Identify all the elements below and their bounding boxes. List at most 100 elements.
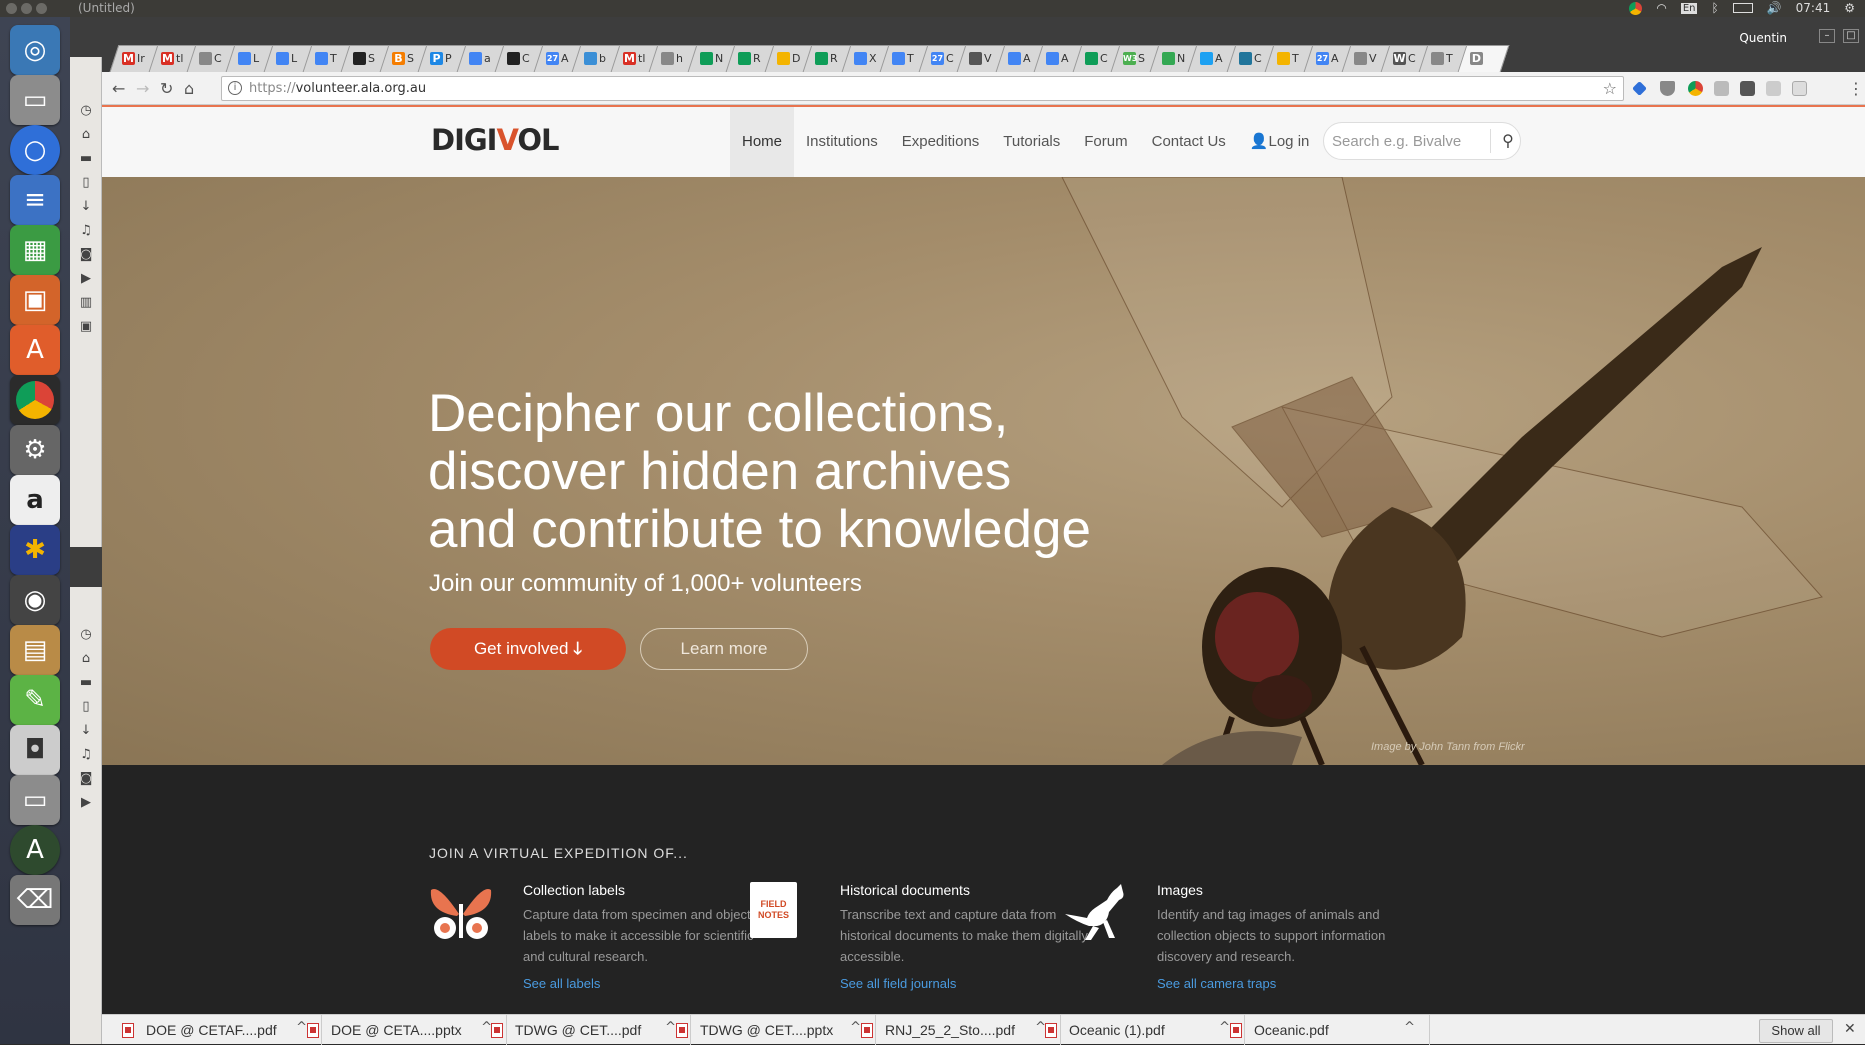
chrome-icon[interactable] — [10, 375, 60, 425]
menu-item-contact-us[interactable]: Contact Us — [1140, 107, 1238, 177]
download-filename: RNJ_25_2_Sto....pdf — [885, 1022, 1015, 1038]
address-bar[interactable]: i https://volunteer.ala.org.au ☆ — [221, 76, 1624, 101]
search-input[interactable] — [1332, 131, 1482, 151]
extension-icon-4[interactable] — [1740, 81, 1755, 96]
learn-more-button[interactable]: Learn more — [640, 628, 808, 670]
updater-icon[interactable]: A — [10, 825, 60, 875]
main-menu: Home Institutions Expeditions Tutorials … — [730, 107, 1321, 177]
show-all-downloads-button[interactable]: Show all — [1759, 1019, 1833, 1043]
back-icon[interactable]: ← — [112, 79, 125, 98]
tab-title: T — [329, 52, 337, 65]
close-icon[interactable]: ✕ — [1844, 1021, 1856, 1037]
get-involved-label: Get involved — [473, 639, 569, 658]
document-icon[interactable]: ▯ — [78, 175, 94, 191]
keyboard-indicator[interactable]: En — [1680, 2, 1698, 14]
extension-icon-1[interactable] — [1632, 81, 1647, 96]
see-all-camera-traps-link[interactable]: See all camera traps — [1157, 976, 1276, 991]
wifi-icon[interactable]: ◠ — [1656, 1, 1666, 15]
software-center-icon[interactable]: A — [10, 325, 60, 375]
camera-icon[interactable]: ◘ — [10, 725, 60, 775]
search-icon[interactable]: ⚲ — [1498, 129, 1518, 153]
digivol-logo[interactable]: DIGIVOL — [431, 123, 560, 157]
files-icon[interactable]: ▭ — [10, 75, 60, 125]
site-info-icon[interactable]: i — [228, 81, 242, 95]
chevron-up-icon[interactable]: ^ — [1404, 1020, 1415, 1035]
bluetooth-icon[interactable]: ᛒ — [1711, 1, 1718, 15]
menu-item-home[interactable]: Home — [730, 107, 795, 177]
image-credit[interactable]: Image by John Tann from Flickr — [1371, 741, 1525, 753]
folder-icon[interactable]: ▬ — [78, 151, 94, 167]
feature-title: Historical documents — [840, 882, 970, 898]
tab-title: N — [1176, 52, 1185, 65]
extension-icon-2[interactable] — [1688, 81, 1703, 96]
dash-icon[interactable]: ◎ — [10, 25, 60, 75]
url-text[interactable]: https://volunteer.ala.org.au — [249, 81, 426, 96]
window-buttons[interactable] — [6, 3, 47, 14]
trash-icon[interactable]: ⌫ — [10, 875, 60, 925]
videos-icon[interactable]: ▶ — [78, 271, 94, 287]
see-all-labels-link[interactable]: See all labels — [523, 976, 600, 991]
menu-item-forum[interactable]: Forum — [1072, 107, 1139, 177]
extension-icon-5[interactable] — [1766, 81, 1781, 96]
forward-icon[interactable]: → — [136, 79, 149, 98]
tab-title: A — [1061, 52, 1069, 65]
get-involved-button[interactable]: Get involved 🡓 — [430, 628, 626, 670]
chrome-tray-icon[interactable] — [1629, 1, 1643, 15]
settings-icon[interactable]: ⚙ — [10, 425, 60, 475]
battery-icon[interactable] — [1732, 3, 1753, 13]
document-icon-2[interactable]: ▯ — [78, 699, 94, 715]
home-icon-2[interactable]: ⌂ — [78, 651, 94, 667]
text-editor-icon[interactable]: ✎ — [10, 675, 60, 725]
folder-icon-2[interactable]: ▬ — [78, 675, 94, 691]
bookmark-star-icon[interactable]: ☆ — [1603, 79, 1617, 98]
download-icon[interactable]: ↓ — [78, 199, 94, 215]
pictures-icon-2[interactable]: ◙ — [78, 771, 94, 787]
writer-icon[interactable]: ≡ — [10, 175, 60, 225]
maximize-button[interactable]: □ — [1843, 29, 1859, 43]
app-icon[interactable]: ✱ — [10, 525, 60, 575]
trash-small-icon[interactable]: ▥ — [78, 295, 94, 311]
home-icon[interactable]: ⌂ — [78, 127, 94, 143]
extension-icon-3[interactable] — [1714, 81, 1729, 96]
music-icon[interactable]: ♫ — [78, 223, 94, 239]
amazon-icon[interactable]: a — [10, 475, 60, 525]
reload-icon[interactable]: ↻ — [160, 79, 173, 98]
maximize-dot[interactable] — [36, 3, 47, 14]
close-dot[interactable] — [6, 3, 17, 14]
tab-title: a — [483, 52, 491, 65]
recent-icon[interactable]: ◷ — [78, 103, 94, 119]
pdf-icon — [491, 1023, 503, 1038]
see-all-field-journals-link[interactable]: See all field journals — [840, 976, 956, 991]
menu-icon[interactable]: ⋮ — [1848, 79, 1864, 98]
clock[interactable]: 07:41 — [1796, 1, 1831, 15]
profile-name[interactable]: Quentin — [1739, 31, 1787, 45]
files-icon-2[interactable]: ▭ — [10, 775, 60, 825]
minimize-dot[interactable] — [21, 3, 32, 14]
music-icon-2[interactable]: ♫ — [78, 747, 94, 763]
download-item[interactable]: Oceanic.pdf ^ — [1210, 1015, 1430, 1045]
gear-icon[interactable]: ⚙ — [1844, 1, 1855, 15]
tab-title: S — [368, 52, 375, 65]
login-link[interactable]: 👤Log in — [1238, 107, 1322, 177]
screenshot-tool-icon[interactable]: ◉ — [10, 575, 60, 625]
menu-item-tutorials[interactable]: Tutorials — [991, 107, 1072, 177]
web-page: DIGIVOL Home Institutions Expeditions Tu… — [102, 105, 1865, 1014]
menu-item-institutions[interactable]: Institutions — [794, 107, 890, 177]
browser-icon[interactable]: ○ — [10, 125, 60, 175]
impress-icon[interactable]: ▣ — [10, 275, 60, 325]
download-icon-2[interactable]: ↓ — [78, 723, 94, 739]
recent-icon-2[interactable]: ◷ — [78, 627, 94, 643]
shield-icon[interactable] — [1660, 81, 1675, 96]
menu-item-expeditions[interactable]: Expeditions — [890, 107, 992, 177]
drive-icon — [815, 52, 828, 65]
network-icon[interactable]: ▣ — [78, 319, 94, 335]
volume-icon[interactable]: 🔊 — [1767, 1, 1782, 15]
calc-icon[interactable]: ▦ — [10, 225, 60, 275]
pictures-icon[interactable]: ◙ — [78, 247, 94, 263]
extension-icon-6[interactable] — [1792, 81, 1807, 96]
minimize-button[interactable]: – — [1819, 29, 1835, 43]
home-button-icon[interactable]: ⌂ — [184, 79, 194, 98]
videos-icon-2[interactable]: ▶ — [78, 795, 94, 811]
browser-tab[interactable]: D — [1457, 45, 1509, 72]
archive-icon[interactable]: ▤ — [10, 625, 60, 675]
